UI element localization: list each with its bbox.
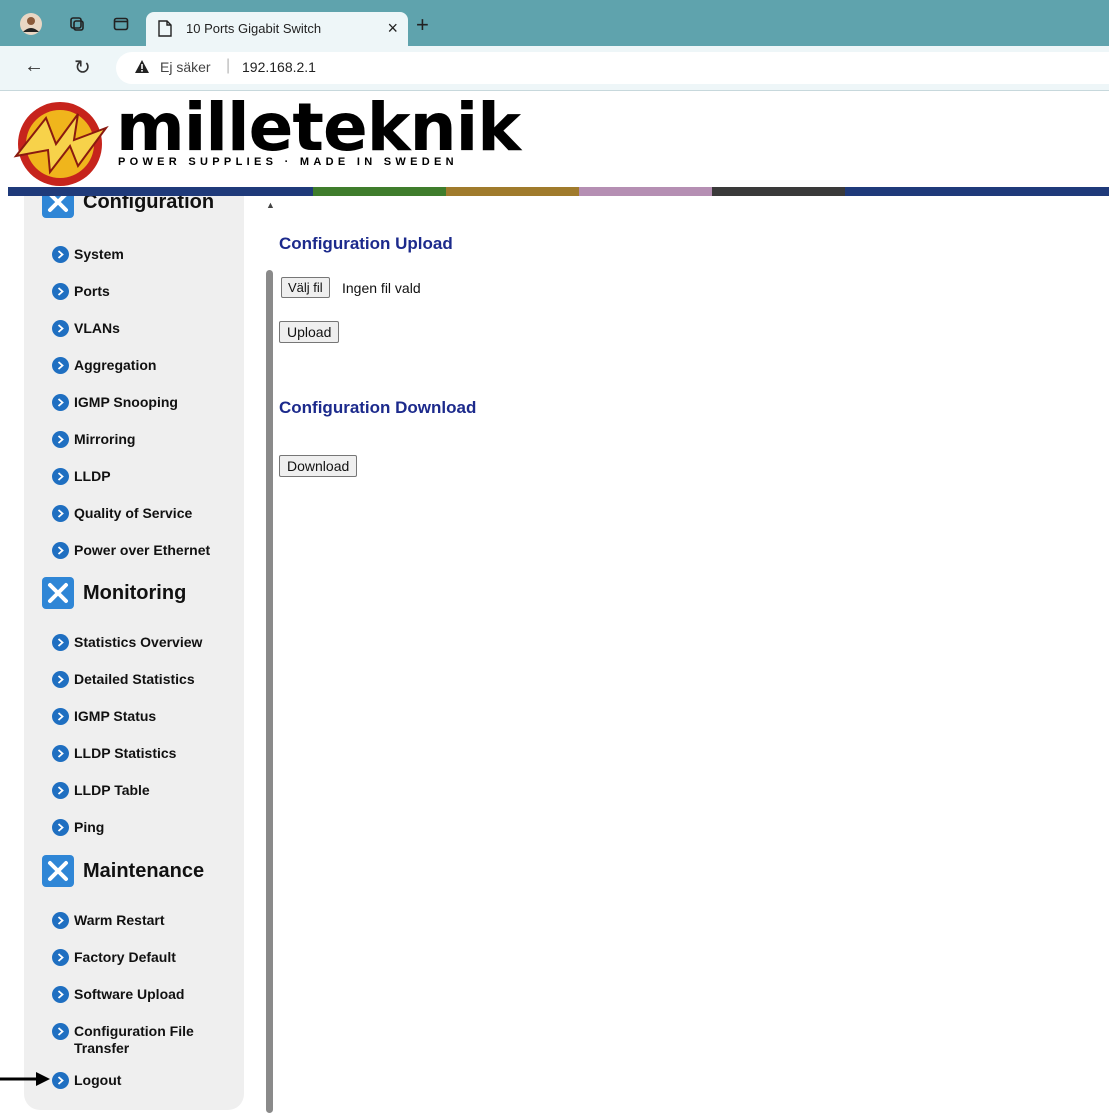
no-file-chosen-text: Ingen fil vald <box>342 280 421 296</box>
page-icon <box>158 20 172 42</box>
sidebar-item-software-upload[interactable]: Software Upload <box>52 986 184 1003</box>
chevron-right-icon <box>52 912 69 929</box>
chevron-right-icon <box>52 542 69 559</box>
tools-icon <box>42 855 74 887</box>
tab-title: 10 Ports Gigabit Switch <box>186 21 322 36</box>
tools-icon <box>42 577 74 609</box>
section-title: Monitoring <box>83 581 187 604</box>
chevron-right-icon <box>52 246 69 263</box>
chevron-right-icon <box>52 949 69 966</box>
upload-button[interactable]: Upload <box>279 321 340 343</box>
sidebar-item-vlans[interactable]: VLANs <box>52 320 120 337</box>
sidebar-item-mirroring[interactable]: Mirroring <box>52 431 135 448</box>
sidebar-item-ports[interactable]: Ports <box>52 283 110 300</box>
chevron-right-icon <box>52 782 69 799</box>
chevron-right-icon <box>52 671 69 688</box>
sidebar-item-igmp-status[interactable]: IGMP Status <box>52 708 156 725</box>
chevron-right-icon <box>52 1023 69 1040</box>
frame-scrollbar[interactable] <box>266 270 273 1113</box>
profile-avatar-icon[interactable] <box>20 13 42 35</box>
chevron-right-icon <box>52 1072 69 1089</box>
new-tab-button[interactable]: + <box>416 12 429 38</box>
chevron-right-icon <box>52 431 69 448</box>
milleteknik-logo-icon <box>8 96 112 193</box>
sidebar-item-lldp-statistics[interactable]: LLDP Statistics <box>52 745 176 762</box>
section-maintenance[interactable]: Maintenance <box>42 855 204 887</box>
browser-tab[interactable]: 10 Ports Gigabit Switch × <box>146 12 408 46</box>
reload-icon[interactable]: ↻ <box>74 55 91 80</box>
url-field[interactable]: Ej säker | 192.168.2.1 <box>116 52 1109 84</box>
header-color-bar <box>8 187 1109 196</box>
sidebar-item-system[interactable]: System <box>52 246 124 263</box>
chevron-right-icon <box>52 708 69 725</box>
back-arrow-icon[interactable]: ← <box>24 55 44 78</box>
sidebar-item-logout[interactable]: Logout <box>52 1072 121 1089</box>
section-title: Configuration <box>83 196 215 213</box>
url-text: 192.168.2.1 <box>242 59 316 75</box>
sidebar-item-aggregation[interactable]: Aggregation <box>52 357 156 374</box>
brand-tagline: POWER SUPPLIES · MADE IN SWEDEN <box>118 156 458 168</box>
chevron-right-icon <box>52 320 69 337</box>
sidebar-item-igmp-snooping[interactable]: IGMP Snooping <box>52 394 178 411</box>
sidebar-item-statistics-overview[interactable]: Statistics Overview <box>52 634 202 651</box>
chevron-right-icon <box>52 357 69 374</box>
chevron-right-icon <box>52 505 69 522</box>
chevron-right-icon <box>52 986 69 1003</box>
sidebar-item-detailed-statistics[interactable]: Detailed Statistics <box>52 671 195 688</box>
sidebar-item-quality-of-service[interactable]: Quality of Service <box>52 505 192 522</box>
configuration-upload-heading: Configuration Upload <box>279 234 453 253</box>
sidebar-item-power-over-ethernet[interactable]: Power over Ethernet <box>52 542 210 559</box>
sidebar-item-factory-default[interactable]: Factory Default <box>52 949 176 966</box>
chevron-right-icon <box>52 634 69 651</box>
sidebar-menu: Configuration System Ports VLANs Aggrega… <box>24 196 244 1110</box>
tools-icon <box>42 196 74 218</box>
browser-tab-strip: 10 Ports Gigabit Switch × + <box>0 0 1109 46</box>
download-button[interactable]: Download <box>279 455 358 477</box>
chevron-right-icon <box>52 394 69 411</box>
sidebar-item-warm-restart[interactable]: Warm Restart <box>52 912 165 929</box>
chevron-right-icon <box>52 468 69 485</box>
security-label: Ej säker <box>160 59 211 75</box>
sidebar-item-lldp[interactable]: LLDP <box>52 468 111 485</box>
sidebar-item-configuration-file-transfer[interactable]: Configuration File Transfer <box>52 1023 199 1057</box>
workspaces-icon[interactable] <box>66 13 88 35</box>
chevron-right-icon <box>52 745 69 762</box>
tab-actions-icon[interactable] <box>110 13 132 35</box>
chevron-right-icon <box>52 283 69 300</box>
address-bar: ← ↻ Ej säker | 192.168.2.1 <box>0 46 1109 91</box>
scroll-up-icon[interactable]: ▲ <box>266 200 275 210</box>
tab-close-icon[interactable]: × <box>387 18 398 39</box>
url-separator: | <box>226 57 231 74</box>
pointer-arrow-icon <box>0 1071 52 1092</box>
choose-file-button[interactable]: Välj fil <box>281 277 330 298</box>
sidebar-item-ping[interactable]: Ping <box>52 819 104 836</box>
chevron-right-icon <box>52 819 69 836</box>
warning-icon[interactable] <box>134 59 150 79</box>
section-title: Maintenance <box>83 859 205 882</box>
configuration-download-heading: Configuration Download <box>279 398 477 417</box>
brand-name: milleteknik <box>116 89 521 166</box>
sidebar-item-lldp-table[interactable]: LLDP Table <box>52 782 150 799</box>
section-configuration[interactable]: Configuration <box>42 196 214 218</box>
section-monitoring[interactable]: Monitoring <box>42 577 186 609</box>
